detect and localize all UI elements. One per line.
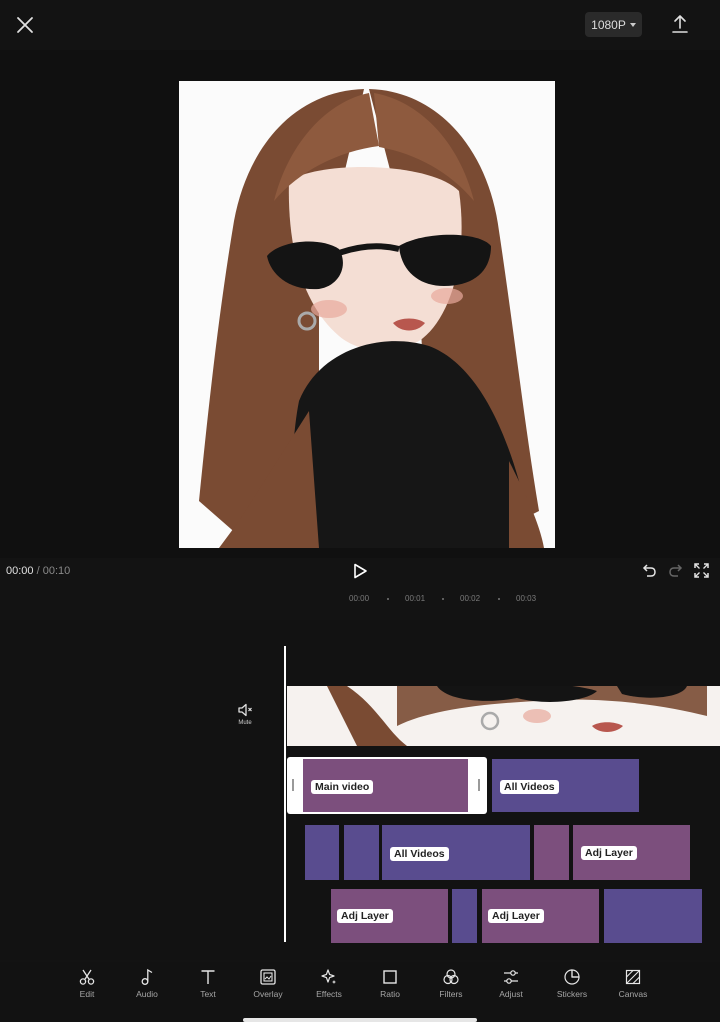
clip-segment[interactable]	[452, 889, 477, 943]
tool-label: Effects	[316, 989, 342, 999]
trim-handle-right[interactable]	[478, 779, 480, 791]
clip-segment[interactable]	[305, 825, 339, 880]
mute-label: Mute	[238, 720, 252, 726]
undo-icon	[642, 564, 656, 577]
tool-label: Canvas	[618, 989, 648, 999]
time-separator: /	[36, 565, 40, 577]
tool-label: Stickers	[556, 989, 588, 999]
tool-filters[interactable]: Filters	[421, 968, 481, 1008]
clip-label: Adj Layer	[581, 846, 637, 860]
clip-label: Adj Layer	[488, 909, 544, 923]
clip-all-videos[interactable]: All Videos	[382, 825, 530, 880]
fullscreen-button[interactable]	[694, 563, 709, 578]
scissors-icon	[79, 969, 95, 985]
upload-icon	[672, 15, 688, 33]
text-icon	[201, 970, 215, 984]
tool-text[interactable]: Text	[178, 968, 238, 1008]
timecode: 00:00 / 00:10	[6, 565, 70, 577]
clip-segment[interactable]	[534, 825, 569, 880]
clip-label: Main video	[311, 780, 374, 794]
tool-canvas[interactable]: Canvas	[603, 968, 663, 1008]
clip-adj-layer[interactable]: Adj Layer	[573, 825, 690, 880]
clip-segment[interactable]	[604, 889, 702, 943]
sticker-icon	[564, 969, 580, 985]
speaker-mute-icon	[238, 703, 252, 717]
tool-label: Filters	[439, 989, 463, 999]
home-indicator	[243, 1018, 477, 1022]
girl-illustration	[179, 81, 555, 548]
video-preview-frame[interactable]	[179, 81, 555, 548]
thumbnail-image	[287, 686, 720, 746]
tool-ratio[interactable]: Ratio	[360, 968, 420, 1008]
tool-label: Edit	[79, 989, 95, 999]
ruler-dot	[442, 598, 444, 600]
music-note-icon	[141, 968, 153, 985]
tool-label: Audio	[136, 989, 158, 999]
tool-label: Adjust	[499, 989, 523, 999]
tool-adjust[interactable]: Adjust	[481, 968, 541, 1008]
tool-edit[interactable]: Edit	[57, 968, 117, 1008]
ruler-dot	[387, 598, 389, 600]
clip-segment[interactable]	[344, 825, 379, 880]
ruler-tick: 00:02	[460, 594, 481, 603]
tool-audio[interactable]: Audio	[117, 968, 177, 1008]
redo-button[interactable]	[668, 563, 684, 579]
clip-label: All Videos	[390, 847, 449, 861]
play-button[interactable]	[351, 562, 369, 580]
playhead[interactable]	[284, 646, 286, 942]
clip-label: Adj Layer	[337, 909, 393, 923]
clip-adj-layer[interactable]: Adj Layer	[482, 889, 599, 943]
clip-all-videos[interactable]: All Videos	[492, 759, 639, 812]
ruler-dot	[498, 598, 500, 600]
tool-effects[interactable]: Effects	[299, 968, 359, 1008]
chevron-down-icon	[629, 22, 636, 27]
tool-label: Overlay	[253, 989, 283, 999]
trim-handle-left[interactable]	[292, 779, 294, 791]
tool-label: Text	[200, 989, 216, 999]
clip-main-video[interactable]: Main video	[303, 759, 468, 812]
mute-button[interactable]: Mute	[230, 702, 260, 734]
filters-icon	[443, 969, 459, 985]
export-button[interactable]	[670, 13, 690, 35]
ruler-tick: 00:03	[516, 594, 537, 603]
redo-icon	[669, 564, 683, 577]
clip-label: All Videos	[500, 780, 559, 794]
ruler-tick: 00:01	[405, 594, 426, 603]
video-thumbnail-strip[interactable]	[287, 686, 720, 746]
total-time: 00:10	[42, 565, 71, 577]
tool-overlay[interactable]: Overlay	[238, 968, 298, 1008]
fullscreen-icon	[694, 563, 709, 578]
close-button[interactable]	[12, 12, 38, 38]
resolution-dropdown[interactable]: 1080P	[585, 12, 642, 37]
sparkle-icon	[321, 969, 336, 984]
current-time: 00:00	[6, 565, 34, 577]
sliders-icon	[504, 970, 518, 984]
resolution-value: 1080P	[591, 17, 626, 32]
ruler-tick: 00:00	[349, 594, 370, 603]
undo-button[interactable]	[641, 563, 657, 579]
overlay-icon	[260, 969, 276, 985]
play-icon	[354, 563, 367, 579]
canvas-icon	[625, 969, 641, 985]
square-icon	[383, 970, 397, 984]
tool-stickers[interactable]: Stickers	[542, 968, 602, 1008]
close-icon	[17, 17, 33, 33]
tool-label: Ratio	[380, 989, 400, 999]
clip-adj-layer[interactable]: Adj Layer	[331, 889, 448, 943]
